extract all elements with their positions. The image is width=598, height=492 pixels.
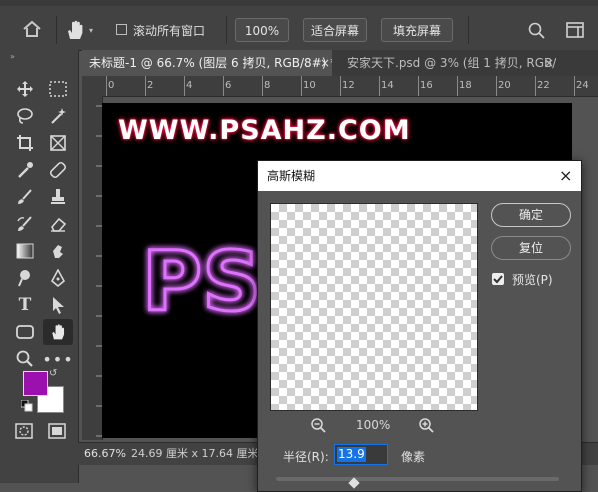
ok-button[interactable]: 确定 <box>491 203 571 227</box>
ruler-tick-mark <box>457 76 458 96</box>
eraser-tool-icon[interactable] <box>43 211 73 237</box>
radius-slider[interactable] <box>276 477 559 481</box>
ruler-tick-mark <box>535 76 536 96</box>
gaussian-blur-dialog: 高斯模糊 × 确定 复位 预览(P) 100% 半径(R): 13.9 像素 <box>257 160 582 492</box>
reset-button[interactable]: 复位 <box>491 236 571 260</box>
close-icon[interactable]: × <box>559 161 572 191</box>
home-icon[interactable] <box>22 20 42 38</box>
scroll-all-label: 滚动所有窗口 <box>133 24 206 38</box>
ruler-tick-mark <box>418 76 419 96</box>
ruler-tick-label: 20 <box>498 80 511 91</box>
ruler-tick-mark <box>262 76 263 96</box>
lasso-tool-icon[interactable] <box>10 103 40 129</box>
tools-panel: » T ••• ↺ <box>0 50 79 483</box>
eyedropper-tool-icon[interactable] <box>10 157 40 183</box>
ruler-tick-label: 8 <box>264 80 271 91</box>
ruler-tick-mark <box>301 76 302 96</box>
ruler-tick-label: 12 <box>342 80 355 91</box>
more-tools-icon[interactable]: ••• <box>42 346 73 372</box>
foreground-color-swatch[interactable] <box>23 371 48 396</box>
tab-label: 未标题-1 @ 66.7% (图层 6 拷贝, RGB/8#) * <box>89 56 332 70</box>
ruler-tick-mark <box>223 76 224 96</box>
hand-tool-icon[interactable] <box>43 319 73 345</box>
tab-close-icon[interactable]: × <box>544 50 554 76</box>
path-selection-tool-icon[interactable] <box>43 292 73 318</box>
brush-tool-icon[interactable] <box>10 184 40 210</box>
options-bar: ▾ 滚动所有窗口 100% 适合屏幕 填充屏幕 <box>0 6 598 51</box>
tab-close-icon[interactable]: × <box>320 50 330 76</box>
marquee-tool-icon[interactable] <box>43 76 73 102</box>
canvas-title-text: WWW.PSAHZ.COM <box>118 115 411 146</box>
default-colors-icon[interactable] <box>20 399 33 415</box>
quick-mask-icon[interactable] <box>15 423 33 442</box>
workspace-icon[interactable] <box>566 22 584 41</box>
fit-screen-button[interactable]: 适合屏幕 <box>303 18 367 42</box>
crop-tool-icon[interactable] <box>10 130 40 156</box>
zoom-in-icon[interactable] <box>418 417 434 436</box>
tab-label: 安家天下.psd @ 3% (组 1 拷贝, RGB/8... <box>347 56 556 70</box>
ruler-tick-mark <box>379 76 380 96</box>
move-tool-icon[interactable] <box>10 76 40 102</box>
magic-wand-tool-icon[interactable] <box>43 103 73 129</box>
smudge-tool-icon[interactable] <box>43 238 73 264</box>
zoom-100-button[interactable]: 100% <box>235 18 289 42</box>
radius-value: 13.9 <box>337 447 366 462</box>
hand-icon[interactable] <box>64 19 86 41</box>
ruler-tick-label: 24 <box>576 80 589 91</box>
preview-zoom-value: 100% <box>356 418 391 432</box>
swap-colors-icon[interactable]: ↺ <box>49 368 57 379</box>
dialog-title: 高斯模糊 <box>267 169 316 183</box>
ruler-tick-label: 0 <box>108 80 115 91</box>
history-brush-tool-icon[interactable] <box>10 211 40 237</box>
rectangle-tool-icon[interactable] <box>10 319 40 345</box>
status-zoom[interactable]: 66.67% <box>84 443 126 465</box>
ruler-tick-mark <box>496 76 497 96</box>
document-tabs: 未标题-1 @ 66.7% (图层 6 拷贝, RGB/8#) * × 安家天下… <box>82 50 598 76</box>
preview-label: 预览(P) <box>512 273 553 287</box>
search-icon[interactable] <box>528 22 546 43</box>
ruler-tick-label: 14 <box>381 80 394 91</box>
ruler-tick-label: 4 <box>186 80 193 91</box>
scroll-all-checkbox[interactable] <box>116 24 127 35</box>
radius-label: 半径(R): <box>283 450 329 464</box>
neon-ps-text: PS <box>142 238 263 332</box>
fill-screen-button[interactable]: 填充屏幕 <box>381 18 453 42</box>
ruler-tick-label: 6 <box>225 80 232 91</box>
radius-input[interactable]: 13.9 <box>334 444 388 465</box>
dodge-tool-icon[interactable] <box>10 265 40 291</box>
horizontal-ruler: 0 2 4 6 8 10 12 14 16 18 20 22 24 <box>82 76 598 97</box>
stamp-tool-icon[interactable] <box>43 184 73 210</box>
zoom-tool-icon[interactable] <box>10 346 40 372</box>
ruler-tick-label: 16 <box>420 80 433 91</box>
type-tool-icon[interactable]: T <box>10 292 40 318</box>
vertical-ruler <box>82 96 103 440</box>
preview-area[interactable] <box>270 203 478 411</box>
ruler-tick-mark <box>340 76 341 96</box>
ruler-tick-mark <box>145 76 146 96</box>
gradient-tool-icon[interactable] <box>10 238 40 264</box>
frame-tool-icon[interactable] <box>43 130 73 156</box>
ruler-tick-label: 22 <box>537 80 550 91</box>
dialog-titlebar[interactable]: 高斯模糊 × <box>258 161 581 191</box>
preview-checkbox[interactable] <box>492 273 504 285</box>
pen-tool-icon[interactable] <box>43 265 73 291</box>
ruler-tick-label: 10 <box>303 80 316 91</box>
ruler-tick-mark <box>106 76 107 96</box>
radius-unit: 像素 <box>401 450 426 464</box>
svg-text:PS: PS <box>142 238 261 330</box>
healing-brush-tool-icon[interactable] <box>43 157 73 183</box>
ruler-tick-mark <box>574 76 575 96</box>
screen-mode-icon[interactable] <box>48 423 66 442</box>
ruler-tick-mark <box>184 76 185 96</box>
panel-collapse-icon[interactable]: » <box>10 52 15 61</box>
tab-document[interactable]: 安家天下.psd @ 3% (组 1 拷贝, RGB/8... × <box>334 50 556 76</box>
ruler-tick-label: 18 <box>459 80 472 91</box>
zoom-out-icon[interactable] <box>310 417 326 436</box>
tab-document-active[interactable]: 未标题-1 @ 66.7% (图层 6 拷贝, RGB/8#) * × <box>82 50 332 76</box>
ruler-tick-label: 2 <box>147 80 154 91</box>
chevron-down-icon[interactable]: ▾ <box>89 26 93 35</box>
